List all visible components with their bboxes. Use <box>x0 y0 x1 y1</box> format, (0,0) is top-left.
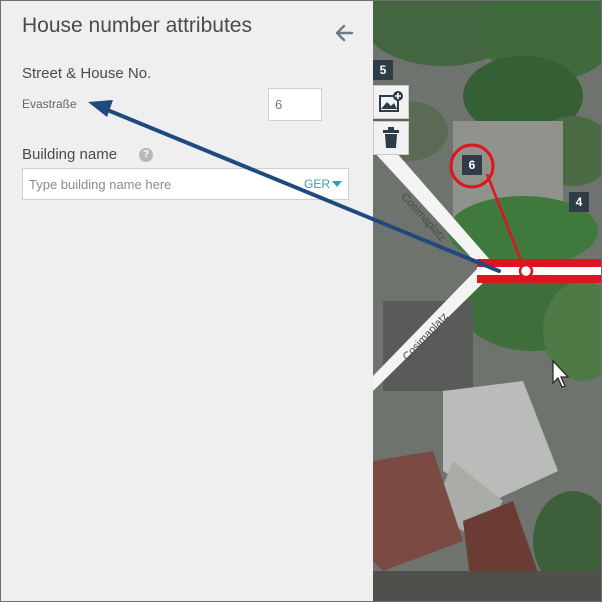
building-name-field: GER <box>22 168 349 200</box>
house-number-tag[interactable]: 5 <box>373 60 393 80</box>
add-image-button[interactable] <box>373 85 409 119</box>
app-frame: House number attributes Street & House N… <box>0 0 602 602</box>
building-name-label: Building name <box>22 146 118 163</box>
attributes-panel: House number attributes Street & House N… <box>1 1 373 601</box>
panel-title: House number attributes <box>22 14 252 37</box>
street-name: Evastraße <box>22 97 77 111</box>
arrow-left-icon <box>335 24 354 42</box>
language-value: GER <box>303 177 330 191</box>
street-house-label: Street & House No. <box>22 65 152 82</box>
add-image-icon <box>379 91 403 112</box>
building-name-input[interactable] <box>23 169 299 199</box>
house-number-input[interactable] <box>268 88 322 121</box>
language-dropdown[interactable]: GER <box>304 177 342 191</box>
caret-down-icon <box>332 181 342 187</box>
help-icon[interactable]: ? <box>139 148 153 162</box>
cursor-icon <box>552 359 570 388</box>
house-number-tag[interactable]: 4 <box>569 192 589 212</box>
trash-icon <box>383 127 399 148</box>
house-number-tag-selected[interactable]: 6 <box>462 155 482 175</box>
delete-button[interactable] <box>373 121 409 155</box>
back-button[interactable] <box>333 22 357 44</box>
